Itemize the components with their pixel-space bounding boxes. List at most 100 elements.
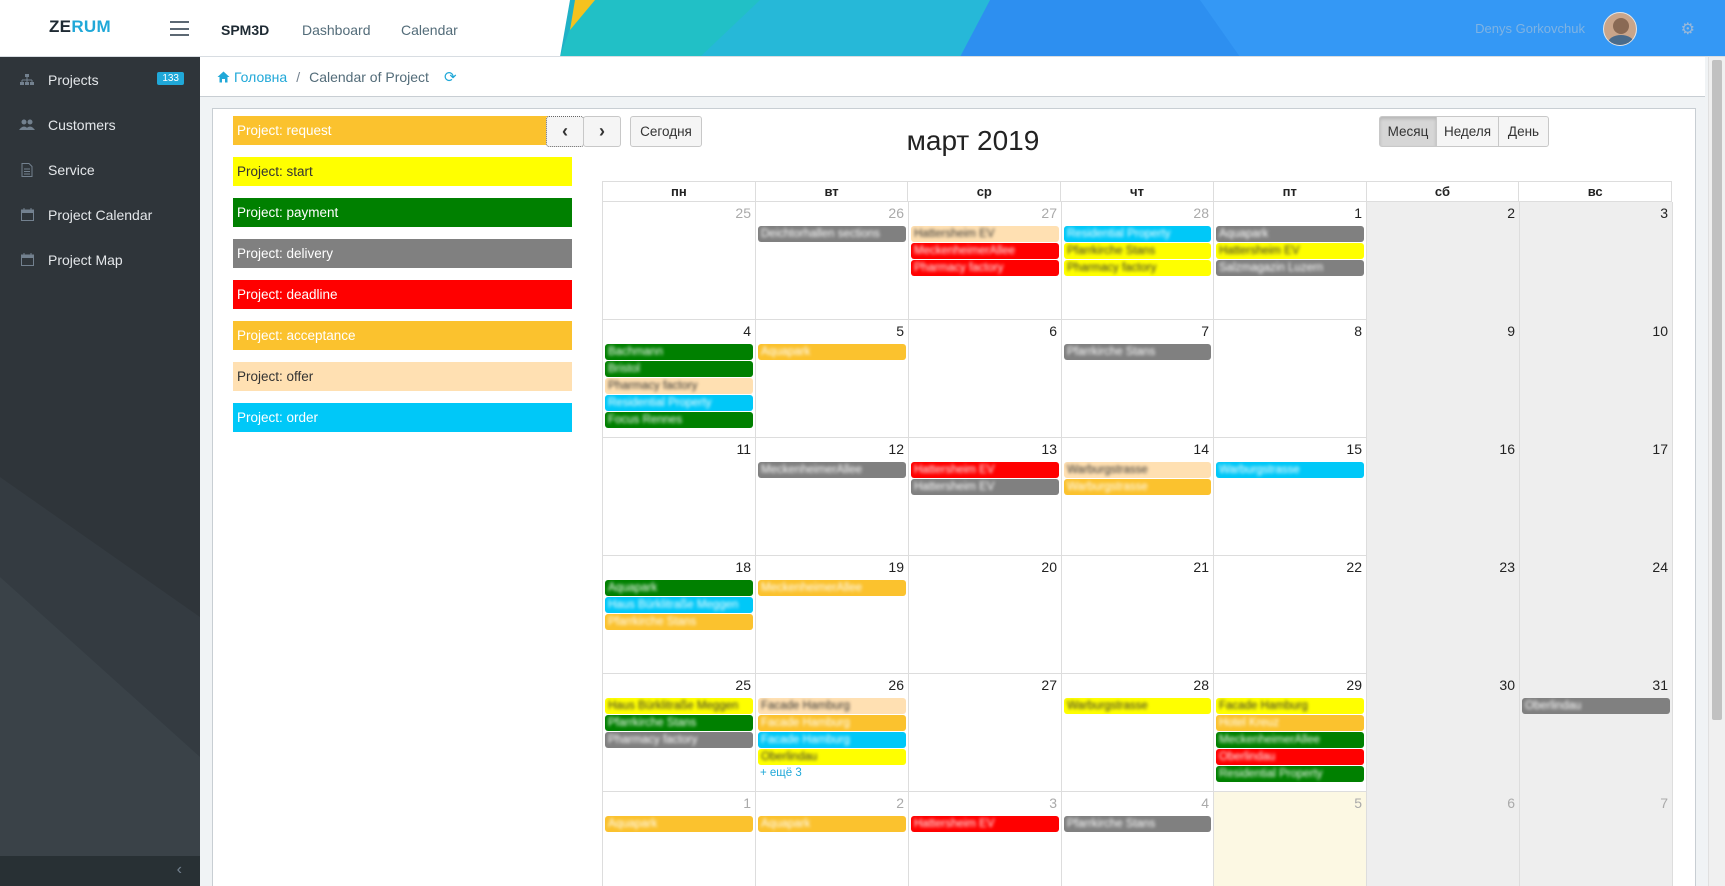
day-cell[interactable]: 24 bbox=[1520, 556, 1673, 674]
day-number[interactable]: 12 bbox=[888, 441, 904, 457]
day-number[interactable]: 22 bbox=[1346, 559, 1362, 575]
day-number[interactable]: 25 bbox=[735, 677, 751, 693]
day-number[interactable]: 14 bbox=[1193, 441, 1209, 457]
day-cell[interactable]: 23 bbox=[1367, 556, 1520, 674]
calendar-event[interactable]: Pfarrkirche Stans bbox=[1064, 344, 1211, 360]
calendar-event[interactable]: Hattersheim EV bbox=[911, 462, 1059, 478]
day-cell[interactable]: 16 bbox=[1367, 438, 1520, 556]
view-day-button[interactable]: День bbox=[1498, 116, 1549, 147]
day-number[interactable]: 24 bbox=[1652, 559, 1668, 575]
calendar-event[interactable]: Residential Property bbox=[1064, 226, 1211, 242]
day-cell[interactable]: 2 bbox=[1367, 202, 1520, 320]
day-number[interactable]: 27 bbox=[1041, 205, 1057, 221]
page-scrollbar[interactable] bbox=[1708, 57, 1725, 886]
day-number[interactable]: 9 bbox=[1507, 323, 1515, 339]
sidebar-item-service[interactable]: Service bbox=[0, 147, 200, 192]
nav-spm3d[interactable]: SPM3D bbox=[221, 22, 269, 38]
calendar-event[interactable]: Warburgstrasse bbox=[1064, 698, 1211, 714]
calendar-event[interactable]: Oberlindau bbox=[1522, 698, 1670, 714]
calendar-event[interactable]: Pharmacy factory bbox=[1064, 260, 1211, 276]
calendar-event[interactable]: Pfarrkirche Stans bbox=[605, 614, 753, 630]
calendar-event[interactable]: Facade Hamburg bbox=[1216, 698, 1364, 714]
day-number[interactable]: 2 bbox=[1507, 205, 1515, 221]
day-cell[interactable]: 17 bbox=[1520, 438, 1673, 556]
day-number[interactable]: 18 bbox=[735, 559, 751, 575]
day-cell[interactable]: 25 bbox=[603, 202, 756, 320]
day-cell[interactable]: 6 bbox=[1367, 792, 1520, 886]
day-number[interactable]: 31 bbox=[1652, 677, 1668, 693]
day-number[interactable]: 21 bbox=[1193, 559, 1209, 575]
calendar-event[interactable]: MeckenheimerAllee bbox=[758, 580, 906, 596]
day-cell[interactable]: 12 MeckenheimerAllee bbox=[756, 438, 909, 556]
day-cell[interactable]: 14 Warburgstrasse Warburgstrasse bbox=[1062, 438, 1214, 556]
day-cell[interactable]: 13 Hattersheim EV Hattersheim EV bbox=[909, 438, 1062, 556]
day-cell[interactable]: 21 bbox=[1062, 556, 1214, 674]
day-number[interactable]: 1 bbox=[743, 795, 751, 811]
day-cell[interactable]: 29 Facade Hamburg Hotel Kreuz MeckenheimerA… bbox=[1214, 674, 1367, 792]
menu-toggle-icon[interactable] bbox=[170, 21, 189, 36]
day-number[interactable]: 4 bbox=[743, 323, 751, 339]
day-cell[interactable]: 8 bbox=[1214, 320, 1367, 438]
calendar-event[interactable]: Pharmacy factory bbox=[605, 732, 753, 748]
calendar-event[interactable]: MeckenheimerAllee bbox=[758, 462, 906, 478]
today-button[interactable]: Сегодня bbox=[630, 116, 702, 147]
calendar-event[interactable]: Aquapark bbox=[605, 580, 753, 596]
calendar-event[interactable]: Hattersheim EV bbox=[911, 226, 1059, 242]
day-cell[interactable]: 9 bbox=[1367, 320, 1520, 438]
calendar-event[interactable]: Aquapark bbox=[758, 344, 906, 360]
calendar-event[interactable]: Hattersheim EV bbox=[1216, 243, 1364, 259]
day-number[interactable]: 23 bbox=[1499, 559, 1515, 575]
sidebar-item-project-map[interactable]: Project Map bbox=[0, 237, 200, 282]
day-cell[interactable]: 7 Pfarrkirche Stans bbox=[1062, 320, 1214, 438]
day-number[interactable]: 11 bbox=[736, 441, 751, 457]
day-cell[interactable]: 5 Aquapark bbox=[756, 320, 909, 438]
day-cell[interactable]: 15 Warburgstrasse bbox=[1214, 438, 1367, 556]
calendar-event[interactable]: Facade Hamburg bbox=[758, 698, 906, 714]
day-number[interactable]: 13 bbox=[1041, 441, 1057, 457]
avatar[interactable] bbox=[1603, 12, 1637, 46]
day-cell[interactable]: 4 Bachmann Bristol Pharmacy factory Resident… bbox=[603, 320, 756, 438]
calendar-event[interactable]: Facade Hamburg bbox=[758, 732, 906, 748]
day-number[interactable]: 3 bbox=[1660, 205, 1668, 221]
calendar-event[interactable]: Bachmann bbox=[605, 344, 753, 360]
calendar-event[interactable]: Residential Property bbox=[1216, 766, 1364, 782]
day-cell[interactable]: 22 bbox=[1214, 556, 1367, 674]
calendar-event[interactable]: Aquapark bbox=[605, 816, 753, 832]
calendar-event[interactable]: Pfarrkirche Stans bbox=[1064, 816, 1211, 832]
calendar-event[interactable]: Aquapark bbox=[1216, 226, 1364, 242]
day-number[interactable]: 20 bbox=[1041, 559, 1057, 575]
day-cell[interactable]: 20 bbox=[909, 556, 1062, 674]
gear-icon[interactable]: ⚙ bbox=[1681, 19, 1695, 39]
day-number[interactable]: 2 bbox=[896, 795, 904, 811]
calendar-event[interactable]: Focus Rennes bbox=[605, 412, 753, 428]
day-number[interactable]: 30 bbox=[1499, 677, 1515, 693]
calendar-event[interactable]: Hattersheim EV bbox=[911, 816, 1059, 832]
day-cell[interactable]: 7 bbox=[1520, 792, 1673, 886]
day-number[interactable]: 3 bbox=[1049, 795, 1057, 811]
day-cell[interactable]: 11 bbox=[603, 438, 756, 556]
user-name[interactable]: Denys Gorkovchuk bbox=[1475, 21, 1585, 36]
calendar-event[interactable]: MeckenheimerAllee bbox=[911, 243, 1059, 259]
calendar-event[interactable]: Pharmacy factory bbox=[605, 378, 753, 394]
refresh-icon[interactable]: ⟳ bbox=[444, 68, 457, 86]
day-cell[interactable]: 4 Pfarrkirche Stans bbox=[1062, 792, 1214, 886]
day-number[interactable]: 6 bbox=[1049, 323, 1057, 339]
calendar-event[interactable]: Residential Property bbox=[605, 395, 753, 411]
calendar-event[interactable]: Warburgstrasse bbox=[1216, 462, 1364, 478]
day-cell[interactable]: 6 bbox=[909, 320, 1062, 438]
sidebar-item-customers[interactable]: Customers bbox=[0, 102, 200, 147]
prev-month-button[interactable]: ‹ bbox=[546, 116, 584, 147]
day-cell[interactable]: 27 bbox=[909, 674, 1062, 792]
day-cell[interactable]: 5 bbox=[1214, 792, 1367, 886]
calendar-event[interactable]: Deichtorhallen sections bbox=[758, 226, 906, 242]
day-number[interactable]: 28 bbox=[1193, 205, 1209, 221]
day-number[interactable]: 19 bbox=[888, 559, 904, 575]
sidebar-item-projects[interactable]: Projects 133 bbox=[0, 57, 200, 102]
day-cell[interactable]: 30 bbox=[1367, 674, 1520, 792]
day-cell[interactable]: 26 Facade Hamburg Facade Hamburg Facade Ham… bbox=[756, 674, 909, 792]
day-cell[interactable]: 28 Residential Property Pfarrkirche Stans P… bbox=[1062, 202, 1214, 320]
more-events-link[interactable]: + ещё 3 bbox=[760, 767, 802, 779]
next-month-button[interactable]: › bbox=[583, 116, 621, 147]
nav-dashboard[interactable]: Dashboard bbox=[302, 22, 371, 38]
breadcrumb-home-label[interactable]: Головна bbox=[234, 69, 287, 85]
